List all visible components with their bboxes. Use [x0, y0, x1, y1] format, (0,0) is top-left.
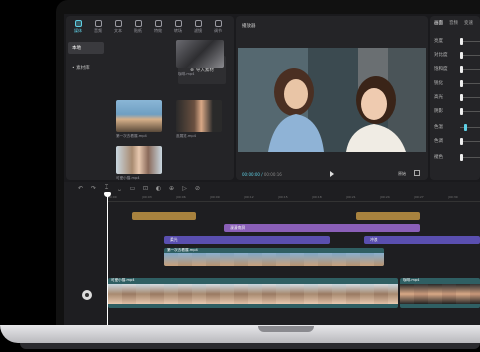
tool-media[interactable]: 媒体: [68, 16, 88, 38]
timecode: 00:00:00 / 00:00:16: [242, 172, 282, 177]
text-icon: [114, 20, 122, 27]
cover-icon[interactable]: [82, 290, 92, 300]
sticker-icon: [134, 20, 142, 27]
media-sidebar: 本地 • 素材库: [68, 42, 104, 178]
tool-audio[interactable]: 音频: [88, 16, 108, 38]
prop-temperature[interactable]: 色温: [434, 124, 480, 132]
slider-knob[interactable]: [460, 94, 463, 101]
effects-icon: [154, 20, 162, 27]
player-title: 播放器: [242, 24, 256, 29]
prop-tint[interactable]: 色调: [434, 138, 480, 146]
adjust-icon: [214, 20, 222, 27]
clip-sticker[interactable]: [132, 212, 196, 220]
tool-adjust[interactable]: 调节: [208, 16, 228, 38]
thumb-caption-visit: 逛展览.mp4: [176, 134, 196, 138]
sidebar-item-library[interactable]: • 素材库: [68, 62, 104, 74]
slider-track: [460, 41, 480, 42]
prop-shadow[interactable]: 阴影: [434, 108, 480, 116]
time-total: 00:00:16: [263, 172, 282, 177]
app-window: 媒体 音频 文本 贴纸 特效 转场 滤镜 调节 本地 • 素材库 ⊕ 导入素材: [64, 14, 480, 325]
slider-track: [460, 127, 480, 128]
media-panel: 媒体 音频 文本 贴纸 特效 转场 滤镜 调节 本地 • 素材库 ⊕ 导入素材: [66, 16, 234, 180]
prop-saturation[interactable]: 饱和度: [434, 66, 480, 74]
clip-sticker-2[interactable]: [356, 212, 420, 220]
slider-track: [460, 111, 480, 112]
preview-frame: [238, 48, 426, 152]
rotate-icon-2[interactable]: ⊘: [191, 182, 204, 194]
rotate-icon[interactable]: ▷: [178, 182, 191, 194]
clip-overlay-video[interactable]: 第一次去看展.mp4: [164, 248, 384, 266]
sidebar-item-local[interactable]: 本地: [68, 42, 104, 54]
clip-effect-a[interactable]: 柔光: [164, 236, 330, 244]
slider-knob[interactable]: [460, 154, 463, 161]
prop-fade[interactable]: 褪色: [434, 154, 480, 162]
laptop-base: [0, 325, 480, 343]
slider-knob[interactable]: [464, 124, 467, 131]
slider-knob[interactable]: [460, 108, 463, 115]
filter-icon: [194, 20, 202, 27]
media-toolbar: 媒体 音频 文本 贴纸 特效 转场 滤镜 调节: [66, 16, 234, 38]
thumb-caption-exhibition: 第一次去看展.mp4: [116, 134, 147, 138]
freeze-icon[interactable]: ⊡: [139, 182, 152, 194]
slider-track: [460, 69, 480, 70]
timeline-toolbar: ↶ ↷ ⌶ ⎵ ▭ ⊡ ◐ ⊕ ▷ ⊘: [64, 182, 480, 194]
transition-icon: [174, 20, 182, 27]
slider-knob[interactable]: [460, 138, 463, 145]
clip-effect-b[interactable]: 冲浪: [364, 236, 480, 244]
thumb-caption-cat: 可爱小猫.mp4: [116, 176, 140, 180]
tab-picture[interactable]: 画面: [434, 20, 443, 32]
ratio-select[interactable]: 原始: [398, 171, 406, 177]
clip-main-b[interactable]: 咖啡.mp4: [400, 278, 480, 308]
thumb-exhibition[interactable]: [116, 100, 162, 132]
tab-audio[interactable]: 音频: [449, 20, 458, 32]
laptop-base-shadow: [20, 343, 480, 349]
delete-icon[interactable]: ⎵: [113, 182, 126, 194]
tool-filter[interactable]: 滤镜: [188, 16, 208, 38]
undo-icon[interactable]: ↶: [74, 182, 87, 194]
clip-main-a[interactable]: 可爱小猫.mp4: [108, 278, 398, 308]
timeline-ruler[interactable]: 00:00 |00:03 |00:06 |00:09 |00:12 |00:15…: [108, 194, 480, 202]
playhead[interactable]: [107, 193, 108, 325]
slider-track: [460, 157, 480, 158]
tool-text[interactable]: 文本: [108, 16, 128, 38]
play-icon[interactable]: [330, 171, 334, 177]
laptop-notch: [258, 326, 314, 332]
prop-contrast[interactable]: 对比度: [434, 52, 480, 60]
thumb-visit[interactable]: [176, 100, 222, 132]
slider-knob[interactable]: [460, 80, 463, 87]
prop-sharpen[interactable]: 锐化: [434, 80, 480, 88]
tab-speed[interactable]: 变速: [464, 20, 473, 32]
slider-knob[interactable]: [460, 38, 463, 45]
time-current: 00:00:00: [242, 172, 260, 177]
prop-highlight[interactable]: 高光: [434, 94, 480, 102]
fullscreen-icon[interactable]: [414, 170, 420, 176]
slider-knob[interactable]: [460, 52, 463, 59]
thumb-cat[interactable]: [116, 146, 162, 174]
tool-transition[interactable]: 转场: [168, 16, 188, 38]
tool-sticker[interactable]: 贴纸: [128, 16, 148, 38]
tool-effects[interactable]: 特效: [148, 16, 168, 38]
thumb-coffee[interactable]: [176, 40, 224, 68]
clip-text[interactable]: 漫漫南屏: [224, 224, 420, 232]
player-panel: 播放器 00:00:00 / 00:00:16 原始: [236, 16, 428, 180]
slider-track: [460, 55, 480, 56]
video-preview[interactable]: [238, 48, 426, 152]
mirror-icon[interactable]: ⊕: [165, 182, 178, 194]
crop-icon[interactable]: ▭: [126, 182, 139, 194]
prop-brightness[interactable]: 亮度: [434, 38, 480, 46]
audio-icon: [94, 20, 102, 27]
redo-icon[interactable]: ↷: [87, 182, 100, 194]
slider-track: [460, 97, 480, 98]
slider-track: [460, 83, 480, 84]
slider-track: [460, 141, 480, 142]
thumb-caption-coffee: 咖啡.mp4: [178, 72, 195, 76]
media-icon: [74, 20, 82, 27]
props-tabs: 画面 音频 变速: [430, 20, 480, 32]
properties-panel: 画面 音频 变速 亮度 对比度 饱和度 锐化 高光 阴影 色温 色调 褪色: [430, 16, 480, 180]
timeline-panel: ↶ ↷ ⌶ ⎵ ▭ ⊡ ◐ ⊕ ▷ ⊘ 00:00 |00:03 |00:06 …: [64, 182, 480, 325]
reverse-icon[interactable]: ◐: [152, 182, 165, 194]
slider-knob[interactable]: [460, 66, 463, 73]
